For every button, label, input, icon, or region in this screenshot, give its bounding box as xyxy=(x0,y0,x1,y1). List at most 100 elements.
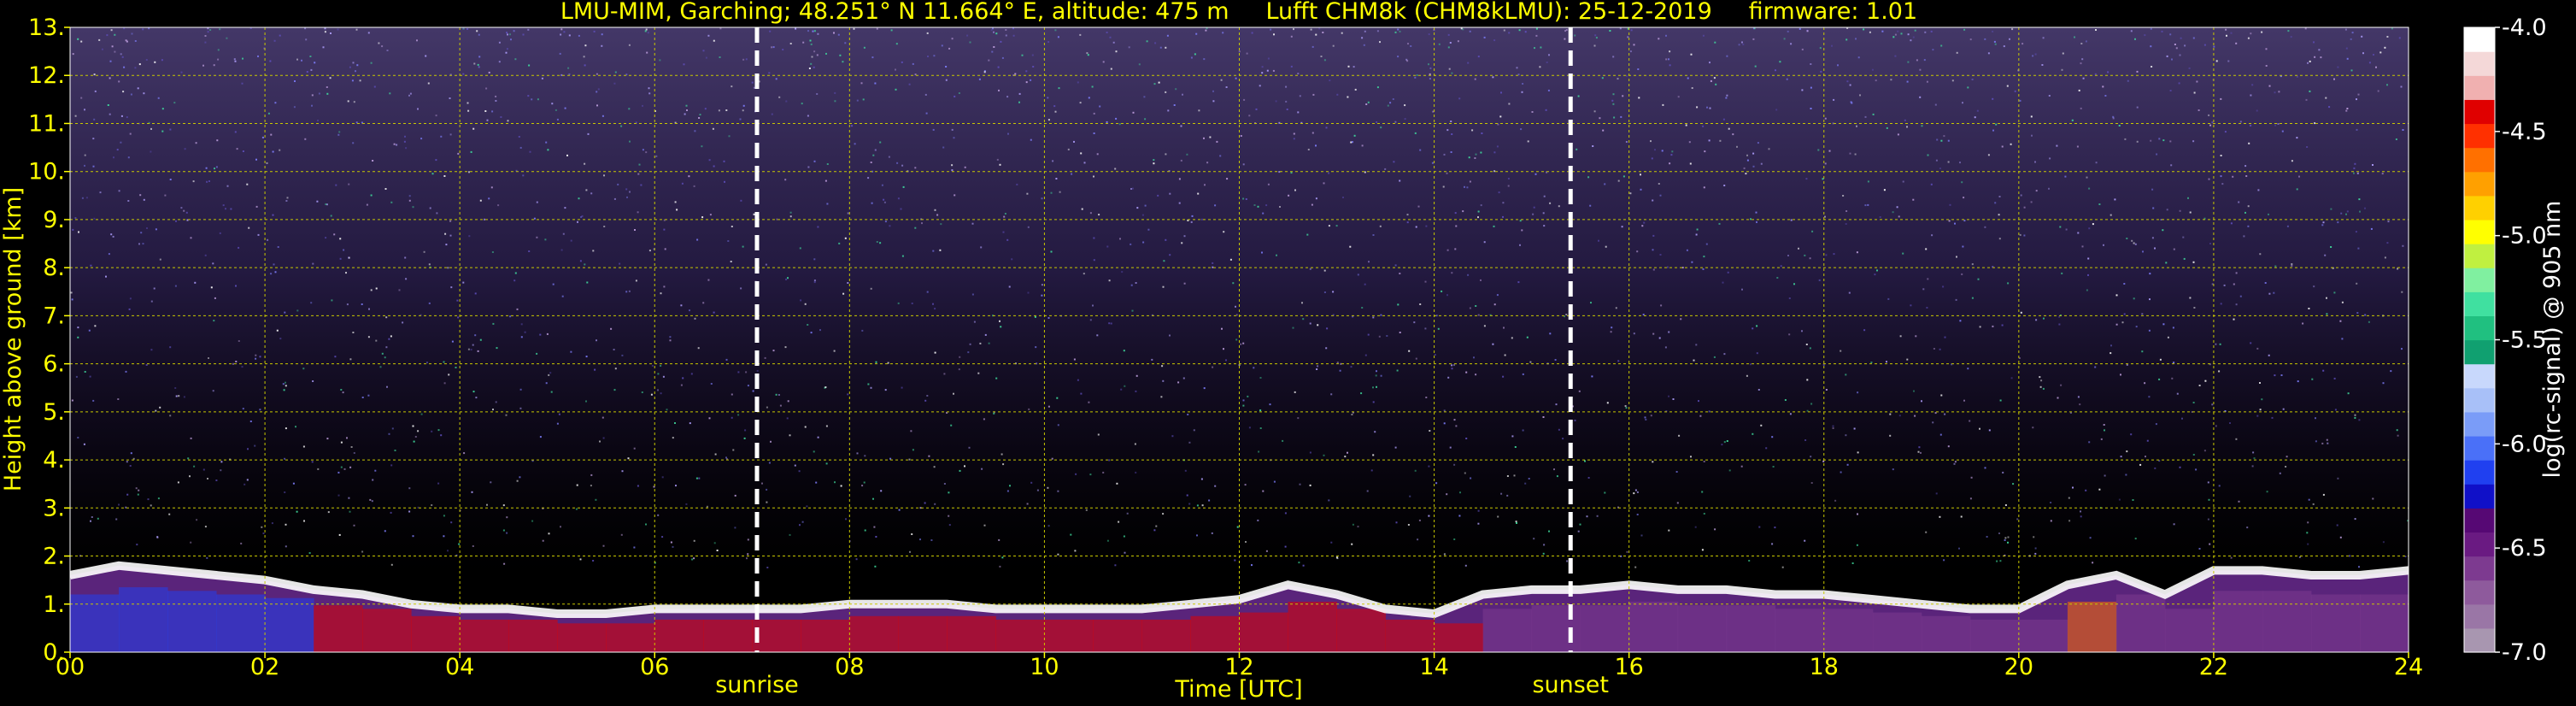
signal-band xyxy=(1969,620,2020,652)
noise-dot xyxy=(789,434,791,437)
noise-dot xyxy=(813,279,816,282)
noise-dot xyxy=(1527,140,1529,143)
noise-dot xyxy=(88,329,91,332)
noise-dot xyxy=(884,389,887,391)
noise-dot xyxy=(1165,46,1167,49)
noise-dot xyxy=(1947,139,1950,142)
noise-dot xyxy=(161,59,163,62)
noise-dot xyxy=(2220,97,2222,100)
noise-dot xyxy=(293,106,296,109)
noise-dot xyxy=(925,112,928,115)
noise-dot xyxy=(1200,218,1203,221)
noise-dot xyxy=(2266,491,2268,493)
noise-dot xyxy=(842,61,844,63)
noise-dot xyxy=(996,158,999,161)
noise-dot xyxy=(142,28,144,31)
noise-dot xyxy=(676,209,678,211)
noise-dot xyxy=(324,31,326,33)
noise-dot xyxy=(1093,259,1095,262)
noise-dot xyxy=(1594,34,1597,37)
noise-dot xyxy=(384,188,387,190)
noise-dot xyxy=(1999,560,2002,562)
noise-dot xyxy=(2209,243,2211,244)
noise-dot xyxy=(185,211,188,214)
noise-dot xyxy=(2016,518,2019,521)
noise-dot xyxy=(528,250,531,252)
noise-dot xyxy=(1429,78,1431,80)
colorbar-swatch xyxy=(2464,460,2495,485)
noise-dot xyxy=(1290,172,1293,174)
noise-dot xyxy=(1526,336,1529,338)
colorbar-swatch xyxy=(2464,75,2495,100)
noise-dot xyxy=(1316,368,1318,370)
noise-dot xyxy=(645,151,648,154)
noise-dot xyxy=(898,509,901,511)
noise-dot xyxy=(1330,541,1333,544)
noise-dot xyxy=(1680,318,1682,321)
noise-dot xyxy=(772,46,775,49)
noise-dot xyxy=(2188,67,2191,69)
noise-dot xyxy=(1779,61,1781,63)
noise-dot xyxy=(870,287,872,290)
noise-dot xyxy=(1419,149,1422,151)
noise-dot xyxy=(847,393,849,396)
noise-dot xyxy=(114,50,116,53)
noise-dot xyxy=(663,228,666,231)
noise-dot xyxy=(1293,138,1295,140)
noise-dot xyxy=(967,351,970,354)
noise-dot xyxy=(2146,439,2149,442)
noise-dot xyxy=(71,399,73,402)
noise-dot xyxy=(1804,539,1806,542)
noise-dot xyxy=(2173,362,2175,364)
noise-dot xyxy=(2224,131,2227,133)
noise-dot xyxy=(2379,51,2382,54)
noise-dot xyxy=(1586,515,1588,518)
noise-dot xyxy=(799,524,801,527)
noise-dot xyxy=(642,104,643,107)
noise-dot xyxy=(2221,183,2224,185)
noise-dot xyxy=(745,371,748,374)
noise-dot xyxy=(1050,191,1053,194)
noise-dot xyxy=(1704,150,1706,153)
noise-dot xyxy=(2277,123,2280,125)
noise-dot xyxy=(150,504,152,507)
noise-dot xyxy=(340,466,343,468)
noise-dot xyxy=(126,40,128,43)
noise-dot xyxy=(664,248,666,250)
noise-dot xyxy=(1108,322,1111,325)
noise-dot xyxy=(187,457,190,460)
noise-dot xyxy=(1548,530,1550,532)
noise-dot xyxy=(1995,123,1998,126)
noise-dot xyxy=(2023,206,2026,209)
noise-dot xyxy=(1299,483,1301,485)
noise-dot xyxy=(813,66,815,68)
noise-dot xyxy=(311,461,314,463)
noise-dot xyxy=(456,299,459,302)
noise-dot xyxy=(2121,321,2124,324)
noise-dot xyxy=(1173,104,1176,106)
noise-dot xyxy=(872,154,875,156)
noise-dot xyxy=(217,58,220,61)
noise-dot xyxy=(126,493,129,496)
noise-dot xyxy=(1760,162,1763,165)
noise-dot xyxy=(463,452,466,455)
noise-dot xyxy=(2287,30,2290,32)
noise-dot xyxy=(1370,469,1373,472)
noise-dot xyxy=(942,146,945,149)
noise-dot xyxy=(1115,50,1118,53)
noise-dot xyxy=(1372,401,1375,403)
noise-dot xyxy=(259,409,261,411)
noise-dot xyxy=(1540,46,1542,49)
noise-dot xyxy=(699,114,701,116)
noise-dot xyxy=(2330,246,2332,248)
noise-dot xyxy=(1309,451,1311,454)
noise-dot xyxy=(2250,124,2252,126)
noise-dot xyxy=(1496,294,1499,297)
noise-dot xyxy=(359,79,361,82)
noise-dot xyxy=(2042,37,2045,39)
noise-dot xyxy=(1466,186,1469,189)
y-tick-label: 7. xyxy=(43,303,65,329)
noise-dot xyxy=(1325,126,1328,129)
noise-dot xyxy=(1558,205,1560,208)
noise-dot xyxy=(613,349,615,350)
